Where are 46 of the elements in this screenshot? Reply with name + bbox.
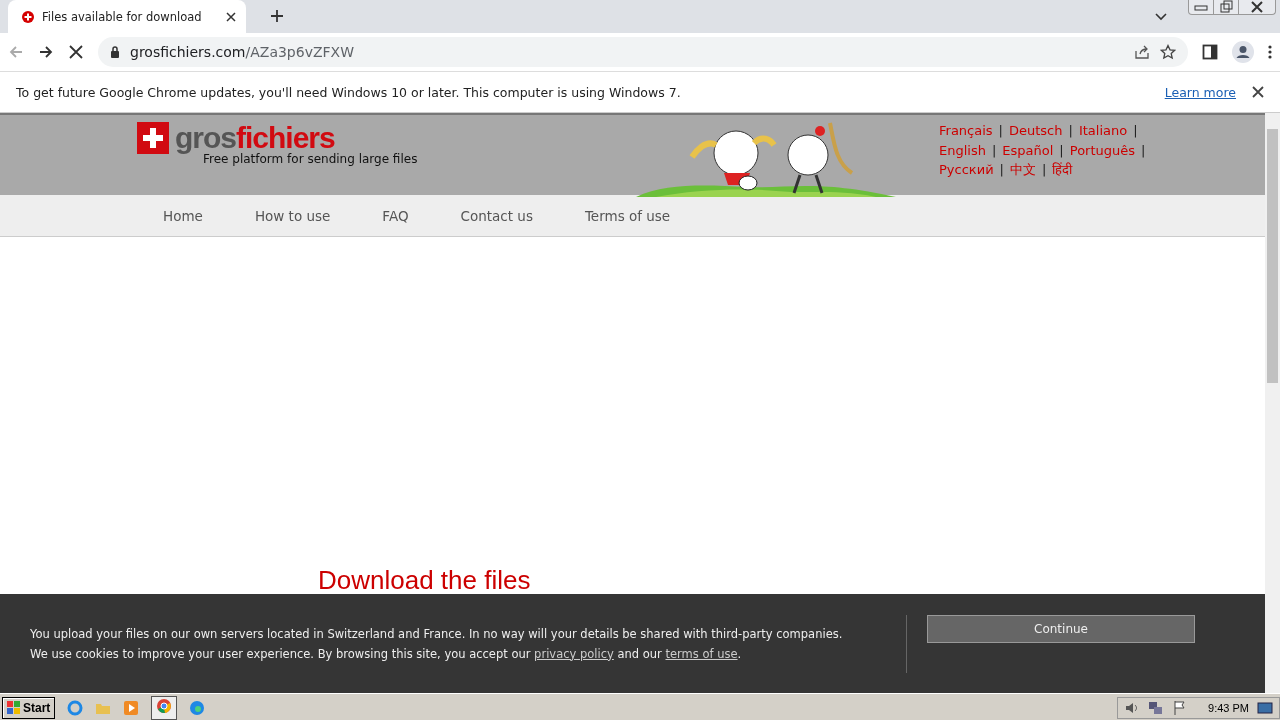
nav-link[interactable]: Contact us	[460, 207, 533, 224]
nav-link[interactable]: Terms of use	[584, 207, 671, 224]
lock-icon	[110, 46, 120, 58]
tab-title: Files available for download	[42, 9, 203, 24]
menu-icon[interactable]	[1268, 44, 1272, 60]
forward-icon[interactable]	[38, 44, 54, 60]
privacy-policy-link[interactable]: privacy policy	[534, 646, 614, 661]
separator: |	[1133, 122, 1138, 140]
cookie-notice: You upload your files on our own servers located in Switzerland and France. In no way will your details be shared with third-party companies. We use cookies to improve your user experience. By browsing this site, you accept our privacy policy and our terms of use.	[29, 625, 844, 663]
network-icon[interactable]	[1148, 699, 1165, 716]
clock: 9:43 PM	[1208, 701, 1249, 714]
start-button[interactable]: Start	[2, 696, 56, 719]
separator: |	[1059, 141, 1064, 160]
windows-logo-icon	[7, 700, 21, 715]
page-heading: Download the files	[318, 565, 531, 596]
new-tab-icon[interactable]	[270, 9, 284, 23]
site-favicon-icon	[22, 10, 34, 23]
show-desktop-icon[interactable]	[1257, 701, 1273, 714]
browser-tab[interactable]: Files available for download	[8, 0, 246, 33]
separator: |	[1141, 141, 1146, 160]
nav-link[interactable]: How to use	[254, 207, 331, 224]
update-message: To get future Google Chrome updates, you'll need Windows 10 or later. This computer is using Windows 7.	[16, 84, 682, 100]
site-tagline: Free platform for sending large files	[203, 152, 419, 166]
separator: |	[998, 122, 1003, 140]
star-icon[interactable]	[1160, 44, 1176, 60]
separator: |	[1068, 122, 1073, 140]
side-panel-icon[interactable]	[1202, 44, 1218, 60]
address-bar[interactable]: grosfichiers.com/AZa3p6vZFXW	[98, 37, 1188, 67]
nav-link[interactable]: Home	[163, 207, 203, 224]
nav-link[interactable]: FAQ	[382, 207, 409, 224]
continue-button[interactable]: Continue	[927, 614, 1195, 643]
profile-icon[interactable]	[1232, 41, 1254, 63]
close-icon[interactable]	[226, 11, 236, 22]
separator: |	[999, 161, 1004, 179]
swiss-flag-icon	[137, 122, 169, 154]
terms-of-use-link[interactable]: terms of use	[665, 646, 738, 661]
learn-more-link[interactable]: Learn more	[1164, 84, 1236, 100]
stop-icon[interactable]	[68, 44, 84, 60]
chrome-icon[interactable]	[156, 697, 173, 714]
tab-search-icon[interactable]	[1155, 13, 1167, 21]
close-icon[interactable]	[1252, 86, 1264, 98]
scrollbar-thumb[interactable]	[1267, 129, 1278, 383]
separator: |	[1041, 161, 1047, 179]
separator: |	[991, 141, 997, 160]
url-text: grosfichiers.com/AZa3p6vZFXW	[130, 44, 356, 60]
share-icon[interactable]	[1134, 44, 1150, 60]
